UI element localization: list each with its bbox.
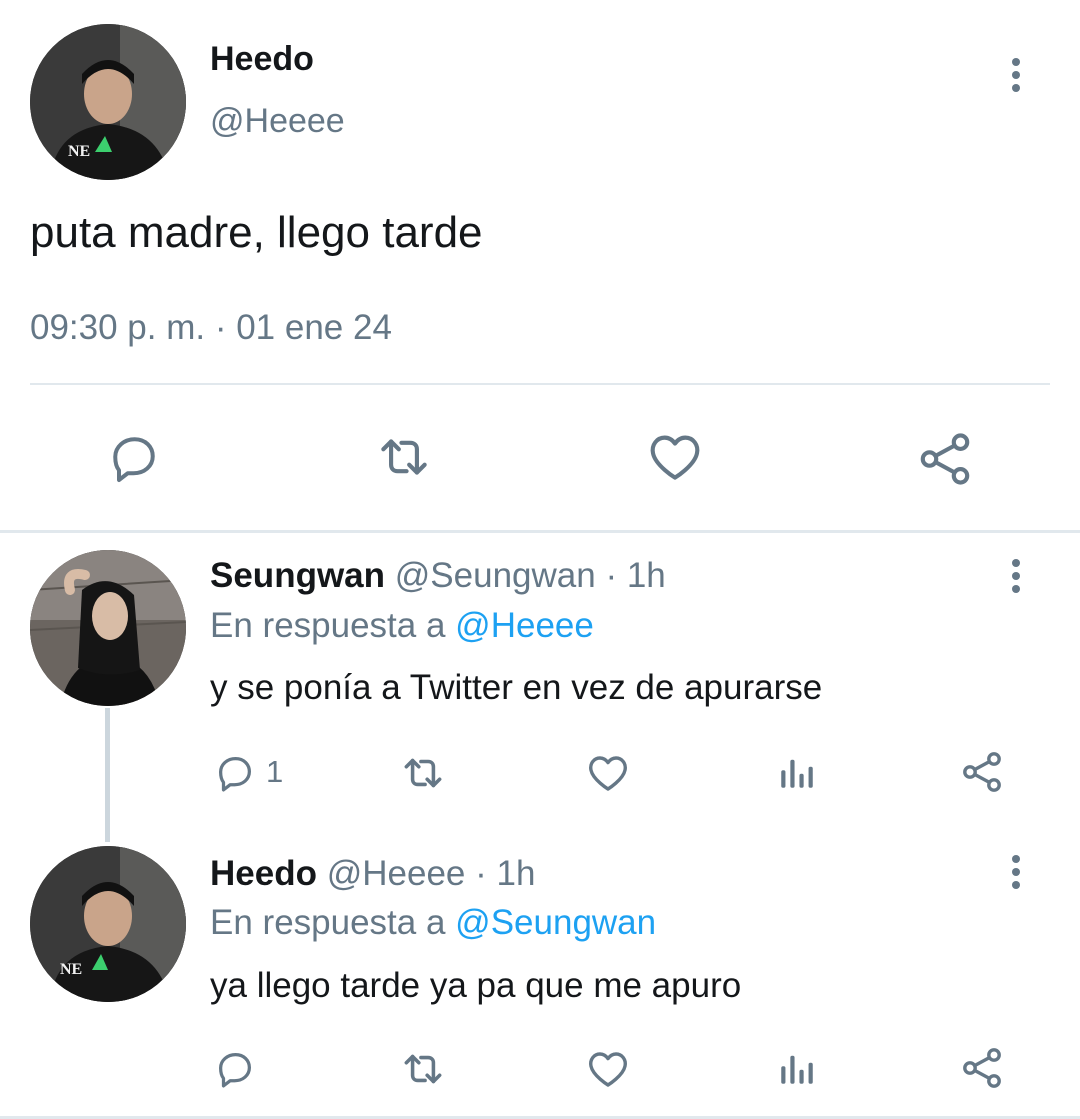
reply-prefix: En respuesta a	[210, 903, 446, 942]
like-icon[interactable]	[584, 748, 632, 798]
like-icon[interactable]	[584, 1044, 632, 1094]
thread-line	[105, 708, 110, 842]
reply-to-link[interactable]: @Heeee	[455, 606, 594, 645]
more-options-icon[interactable]	[1004, 557, 1028, 597]
analytics-icon[interactable]	[776, 750, 818, 794]
svg-text:NE: NE	[60, 961, 82, 978]
svg-text:NE: NE	[68, 143, 90, 160]
handle[interactable]: @Seungwan	[395, 556, 596, 595]
display-name[interactable]: Seungwan	[210, 556, 385, 595]
tweet-text: y se ponía a Twitter en vez de apurarse	[210, 668, 823, 707]
reply-context: En respuesta a @Heeee	[210, 606, 594, 646]
retweet-icon[interactable]	[396, 748, 450, 798]
avatar[interactable]: NE	[30, 846, 186, 1002]
tweet-text: ya llego tarde ya pa que me apuro	[210, 966, 742, 1005]
avatar[interactable]	[30, 550, 186, 706]
share-icon[interactable]	[958, 1044, 1006, 1092]
like-icon[interactable]	[644, 426, 706, 488]
reply-icon[interactable]	[212, 750, 258, 796]
reply-to-link[interactable]: @Seungwan	[455, 903, 656, 942]
display-name[interactable]: Heedo	[210, 40, 314, 79]
reply-header: Seungwan @Seungwan · 1h	[210, 556, 666, 596]
tweet-text: puta madre, llego tarde	[30, 208, 483, 257]
handle[interactable]: @Heeee	[327, 854, 466, 893]
display-name[interactable]: Heedo	[210, 854, 317, 893]
more-options-icon[interactable]	[1004, 853, 1028, 893]
timestamp[interactable]: 09:30 p. m. · 01 ene 24	[30, 308, 392, 348]
reply-header: Heedo @Heeee · 1h	[210, 854, 535, 894]
handle[interactable]: @Heeee	[210, 102, 345, 141]
section-divider	[0, 530, 1080, 533]
tweet-time[interactable]: · 1h	[475, 854, 535, 893]
analytics-icon[interactable]	[776, 1046, 818, 1090]
reply-icon[interactable]	[212, 1046, 258, 1092]
reply-count: 1	[266, 754, 284, 789]
reply-context: En respuesta a @Seungwan	[210, 903, 656, 943]
retweet-icon[interactable]	[370, 426, 438, 488]
avatar[interactable]: NE	[30, 24, 186, 180]
share-icon[interactable]	[914, 428, 976, 490]
tweet-time[interactable]: · 1h	[605, 556, 665, 595]
divider	[30, 383, 1050, 385]
more-options-icon[interactable]	[1004, 56, 1028, 96]
reply-icon[interactable]	[104, 428, 164, 488]
retweet-icon[interactable]	[396, 1044, 450, 1094]
reply-prefix: En respuesta a	[210, 606, 446, 645]
share-icon[interactable]	[958, 748, 1006, 796]
